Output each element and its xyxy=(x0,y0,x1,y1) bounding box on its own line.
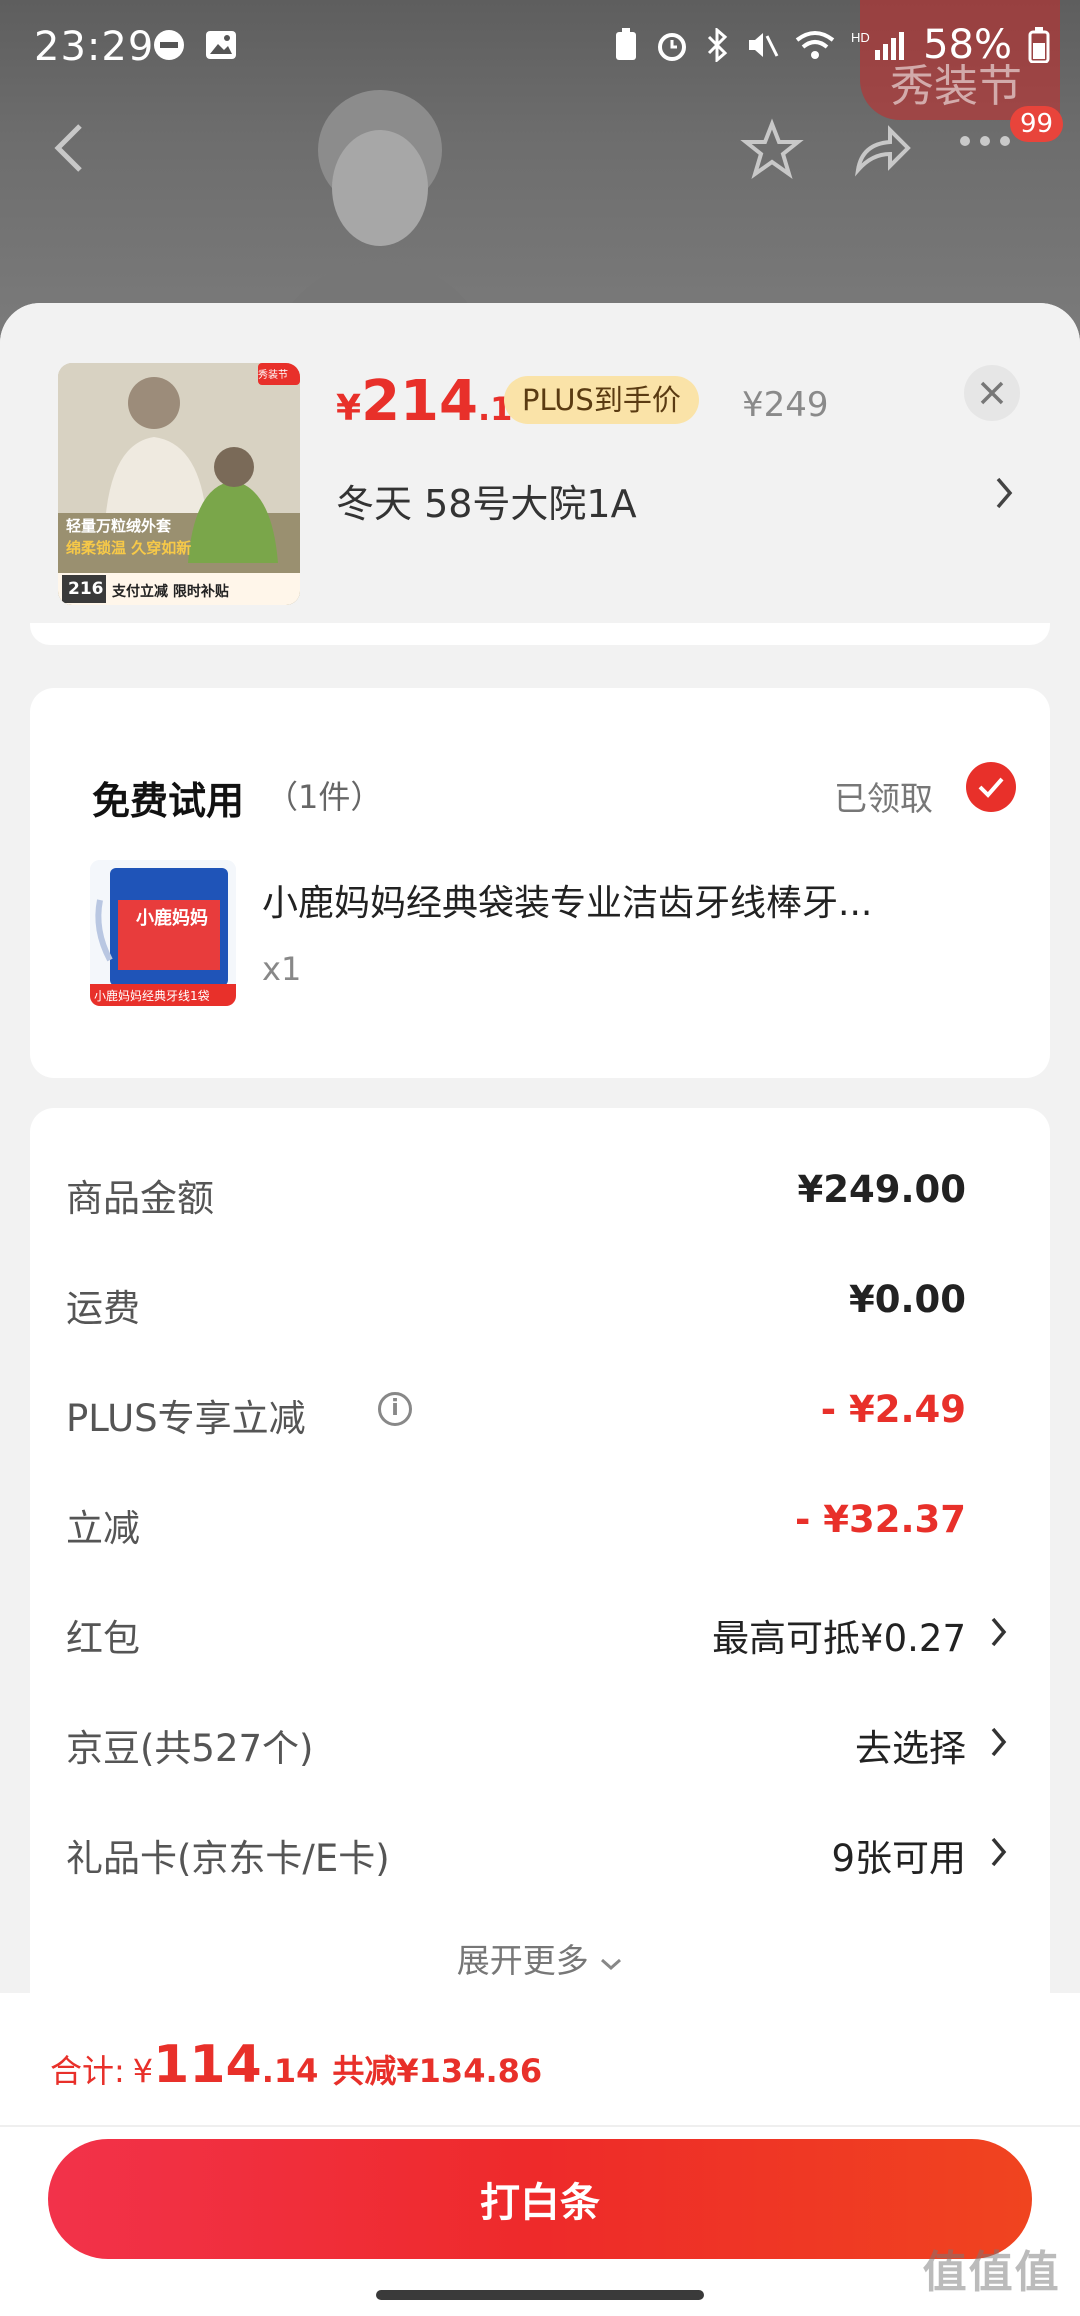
info-icon[interactable]: i xyxy=(378,1392,412,1426)
battery-percent: 58% xyxy=(923,22,1012,68)
gift-brand-label: 小鹿妈妈 xyxy=(136,908,208,929)
selected-variant[interactable]: 冬天 58号大院1A xyxy=(336,473,637,528)
battery-saver-icon xyxy=(616,28,637,60)
chevron-right-icon xyxy=(991,1727,1007,1757)
section-divider xyxy=(30,623,1050,645)
expand-more-button[interactable]: 展开更多 xyxy=(30,1934,1050,1982)
message-count-badge: 99 xyxy=(1010,106,1064,142)
trial-title: 免费试用 xyxy=(92,779,245,823)
battery-icon xyxy=(1028,27,1050,63)
fee-row-instant-discount: 立减 - ¥32.37 xyxy=(66,1498,966,1550)
plus-price-tag: PLUS到手价 xyxy=(504,376,699,424)
total-saving: 共减¥134.86 xyxy=(332,2052,543,2090)
pay-with-baitiao-button[interactable]: 打白条 xyxy=(48,2139,1032,2259)
site-watermark: 值值值 zhizhizhi.com xyxy=(917,2247,1066,2316)
fee-row-red-packet[interactable]: 红包 最高可抵¥0.27 xyxy=(66,1608,1016,1668)
thumb-line-1: 轻量万粒绒外套 xyxy=(66,517,172,535)
more-options-icon[interactable] xyxy=(960,136,1010,146)
divider xyxy=(0,2125,1080,2127)
dnd-icon xyxy=(154,30,184,60)
svg-text:HD: HD xyxy=(851,30,870,45)
product-thumbnail: 秀装节 轻量万粒绒外套 绵柔锁温 久穿如新 216 支付立减 限时补贴 xyxy=(58,363,300,605)
gift-thumbnail: 小鹿妈妈 小鹿妈妈经典牙线1袋 xyxy=(90,860,236,1006)
thumb-footer: 支付立减 限时补贴 xyxy=(112,584,229,600)
signal-icon: HD xyxy=(851,30,905,60)
chevron-right-icon[interactable] xyxy=(994,475,1014,511)
close-icon xyxy=(980,381,1004,405)
fee-row-shipping: 运费 ¥0.00 xyxy=(66,1278,966,1330)
fee-row-plus-discount: PLUS专享立减 i - ¥2.49 xyxy=(66,1388,966,1440)
fee-row-gift-card[interactable]: 礼品卡(京东卡/E卡) 9张可用 xyxy=(66,1828,1016,1888)
chevron-right-icon xyxy=(991,1837,1007,1867)
fee-row-goods-amount: 商品金额 ¥249.00 xyxy=(66,1168,966,1220)
fee-row-jingdou[interactable]: 京豆(共527个) 去选择 xyxy=(66,1718,1016,1778)
free-trial-card: 免费试用 （1件） 已领取 小鹿妈妈 小鹿妈妈经典牙线1袋 小鹿妈妈经典袋装专业… xyxy=(30,688,1050,1078)
gift-footer-label: 小鹿妈妈经典牙线1袋 xyxy=(94,989,210,1003)
check-icon xyxy=(978,777,1004,798)
home-indicator[interactable] xyxy=(376,2290,704,2300)
chevron-down-icon xyxy=(601,1958,622,1971)
alarm-icon xyxy=(658,33,687,61)
favorite-star-icon[interactable] xyxy=(740,118,804,182)
mute-icon xyxy=(749,33,779,57)
thumb-badge: 秀装节 xyxy=(258,370,288,381)
product-top-nav: 99 xyxy=(0,106,1080,190)
share-icon[interactable] xyxy=(850,118,914,182)
thumb-price: 216 xyxy=(68,579,104,599)
thumb-line-2: 绵柔锁温 久穿如新 xyxy=(66,539,192,557)
status-time: 23:29 xyxy=(34,24,155,70)
trial-status: 已领取 xyxy=(834,779,933,818)
gallery-icon xyxy=(206,31,236,59)
gift-name[interactable]: 小鹿妈妈经典袋装专业洁齿牙线棒牙... xyxy=(262,874,1022,926)
original-price: ¥249 xyxy=(742,385,829,425)
wifi-icon xyxy=(795,31,835,59)
trial-count: （1件） xyxy=(266,778,383,816)
chevron-right-icon xyxy=(991,1617,1007,1647)
status-bar: 23:29 HD 58% xyxy=(0,0,1080,96)
product-summary: 秀装节 轻量万粒绒外套 绵柔锁温 久穿如新 216 支付立减 限时补贴 ¥ 21… xyxy=(0,303,1080,643)
close-button[interactable] xyxy=(964,365,1020,421)
trial-check-toggle[interactable] xyxy=(966,762,1016,812)
gift-quantity: x1 xyxy=(262,950,302,988)
back-arrow-icon[interactable] xyxy=(50,120,90,176)
order-total: 合计: ¥ 114 .14 共减¥134.86 xyxy=(50,2035,543,2095)
bluetooth-icon xyxy=(708,28,728,62)
